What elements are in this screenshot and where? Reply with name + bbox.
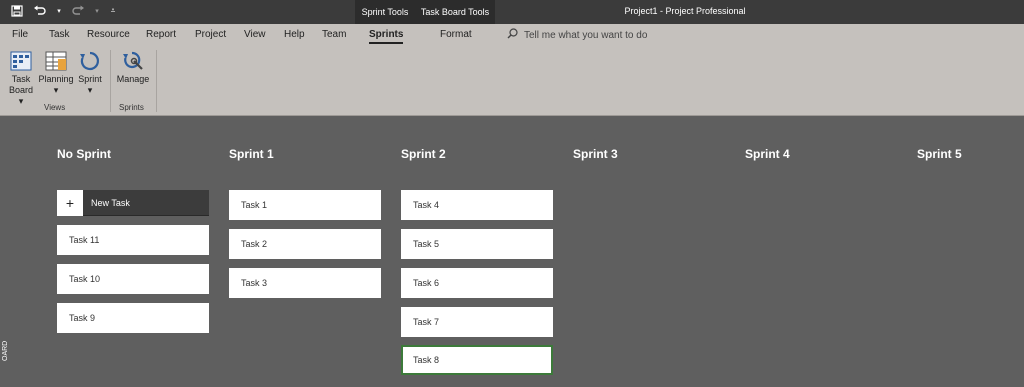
search-icon (507, 28, 518, 42)
quick-access-toolbar: ▾ ▾ ⩡ (10, 4, 117, 18)
redo-dropdown-icon[interactable]: ▾ (94, 4, 100, 18)
planning-label-2: ▾ (53, 85, 59, 95)
column-title-sprint-5: Sprint 5 (917, 147, 962, 161)
sprint-label-2: ▾ (87, 85, 93, 95)
ribbon: Task Board ▾ Planning ▾ Sprint ▾ Views M… (0, 46, 1024, 116)
title-bar: ▾ ▾ ⩡ Sprint Tools Task Board Tools Proj… (0, 0, 1024, 24)
customize-qat-icon[interactable]: ⩡ (109, 4, 117, 18)
group-separator (110, 50, 111, 112)
context-tab-sprint-tools: Sprint Tools (355, 0, 415, 24)
task-card[interactable]: Task 6 (401, 268, 553, 298)
sprint-label: Sprint (78, 74, 102, 84)
planning-label: Planning (38, 74, 74, 84)
new-task-label: New Task (91, 197, 130, 208)
group-label-views: Views (44, 103, 66, 112)
task-card-selected[interactable]: Task 8 (401, 345, 553, 375)
planning-icon (45, 51, 67, 71)
task-card[interactable]: Task 10 (57, 264, 209, 294)
tab-sprints[interactable]: Sprints (369, 29, 404, 44)
sprint-button[interactable]: Sprint ▾ (77, 50, 103, 96)
task-card[interactable]: Task 7 (401, 307, 553, 337)
column-title-no-sprint: No Sprint (57, 147, 111, 161)
tell-me-text: Tell me what you want to do (524, 29, 648, 41)
column-title-sprint-2: Sprint 2 (401, 147, 446, 161)
column-title-sprint-1: Sprint 1 (229, 147, 274, 161)
save-icon[interactable] (10, 4, 24, 18)
group-separator (156, 50, 157, 112)
tab-team[interactable]: Team (322, 29, 346, 40)
document-title: Project1 - Project Professional (624, 6, 746, 16)
context-tab-task-board-tools: Task Board Tools (415, 0, 495, 24)
task-card[interactable]: Task 2 (229, 229, 381, 259)
tab-format[interactable]: Format (440, 29, 472, 40)
task-card[interactable]: Task 11 (57, 225, 209, 255)
task-board-button[interactable]: Task Board ▾ (8, 50, 34, 107)
task-board-label-2: Board ▾ (8, 85, 34, 106)
tell-me-box[interactable]: Tell me what you want to do (507, 28, 647, 42)
manage-button[interactable]: Manage (115, 50, 151, 85)
tab-project[interactable]: Project (195, 29, 226, 40)
task-card[interactable]: Task 4 (401, 190, 553, 220)
tab-report[interactable]: Report (146, 29, 176, 40)
sprint-icon (80, 51, 99, 71)
ribbon-tabs: File Task Resource Report Project View H… (0, 24, 1024, 46)
task-card[interactable]: Task 3 (229, 268, 381, 298)
task-card[interactable]: Task 5 (401, 229, 553, 259)
plus-icon: + (57, 189, 83, 216)
undo-dropdown-icon[interactable]: ▾ (56, 4, 62, 18)
task-card[interactable]: Task 9 (57, 303, 209, 333)
column-title-sprint-3: Sprint 3 (573, 147, 618, 161)
tab-file[interactable]: File (12, 29, 28, 40)
manage-sprints-icon (123, 51, 143, 70)
task-board-label: Task (11, 74, 31, 84)
group-label-sprints: Sprints (119, 103, 144, 112)
redo-icon[interactable] (71, 4, 85, 18)
task-board-icon (10, 51, 32, 71)
task-card[interactable]: Task 1 (229, 190, 381, 220)
task-board: No Sprint Sprint 1 Sprint 2 Sprint 3 Spr… (0, 117, 1024, 387)
tab-help[interactable]: Help (284, 29, 305, 40)
tab-task[interactable]: Task (49, 29, 70, 40)
new-task-button[interactable]: + New Task (57, 189, 209, 216)
undo-icon[interactable] (33, 4, 47, 18)
tab-resource[interactable]: Resource (87, 29, 130, 40)
manage-label: Manage (116, 74, 150, 84)
view-side-label: OARD (2, 340, 9, 361)
column-title-sprint-4: Sprint 4 (745, 147, 790, 161)
planning-button[interactable]: Planning ▾ (37, 50, 75, 96)
tab-view[interactable]: View (244, 29, 266, 40)
